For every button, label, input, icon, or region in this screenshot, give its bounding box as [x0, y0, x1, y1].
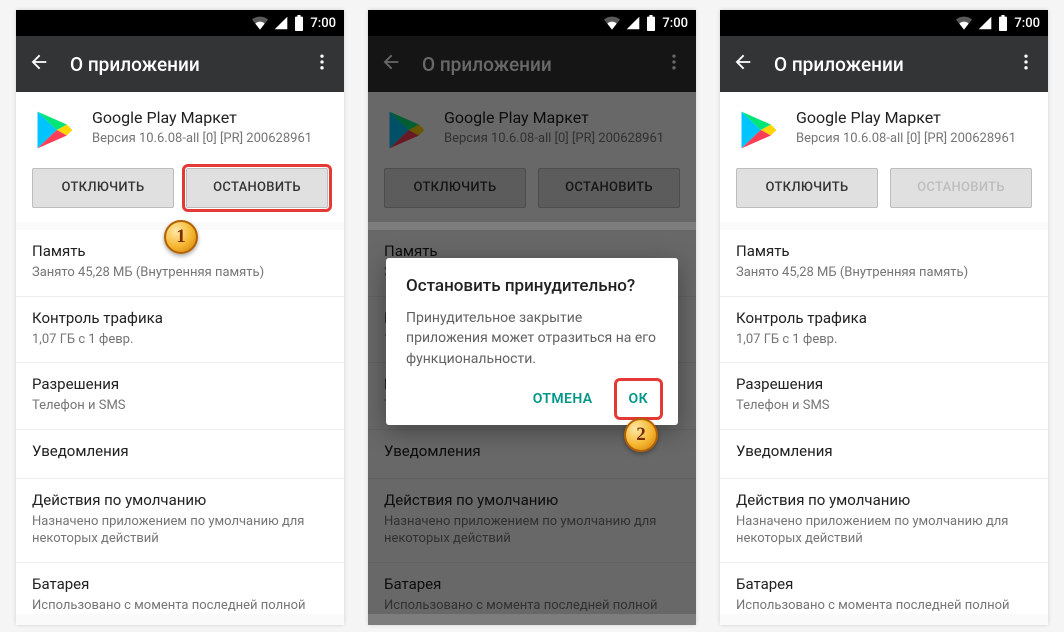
app-name: Google Play Маркет	[92, 108, 312, 127]
appbar-title: О приложении	[774, 53, 996, 76]
row-defaults[interactable]: Действия по умолчанию Назначено приложен…	[16, 478, 344, 562]
settings-list: Память Занято 45,28 МБ (Внутренняя памят…	[16, 222, 344, 625]
battery-icon	[998, 15, 1008, 31]
row-subtitle: Занято 45,28 МБ (Внутренняя память)	[32, 264, 328, 282]
battery-icon	[646, 15, 656, 31]
row-defaults[interactable]: Действия по умолчанию Назначено приложен…	[720, 478, 1048, 562]
signal-icon	[978, 16, 992, 30]
status-time: 7:00	[662, 16, 688, 31]
status-bar: 7:00	[16, 10, 344, 36]
wifi-icon	[252, 16, 268, 30]
dialog-ok-label: ОК	[629, 391, 648, 407]
row-title: Разрешения	[736, 375, 1032, 393]
row-notifications[interactable]: Уведомления	[16, 429, 344, 478]
disable-button[interactable]: ОТКЛЮЧИТЬ	[736, 168, 878, 208]
wifi-icon	[604, 16, 620, 30]
status-bar: 7:00	[720, 10, 1048, 36]
back-icon[interactable]	[28, 51, 50, 77]
screen-2: 7:00 О приложении Google Play Маркет Вер…	[368, 10, 696, 625]
force-stop-button[interactable]: ОСТАНОВИТЬ	[186, 168, 328, 208]
dialog-ok-button[interactable]: ОК	[619, 383, 658, 415]
row-title: Уведомления	[32, 442, 328, 460]
app-header-card: Google Play Маркет Версия 10.6.08-all [0…	[720, 92, 1048, 222]
force-stop-button-disabled: ОСТАНОВИТЬ	[890, 168, 1032, 208]
screen-1: 7:00 О приложении Google Play Маркет Вер…	[16, 10, 344, 625]
row-title: Батарея	[32, 575, 328, 593]
row-title: Разрешения	[32, 375, 328, 393]
dialog-body: Принудительное закрытие приложения может…	[406, 308, 658, 369]
force-stop-label: ОСТАНОВИТЬ	[213, 180, 301, 195]
battery-icon	[294, 15, 304, 31]
status-time: 7:00	[310, 16, 336, 31]
signal-icon	[274, 16, 288, 30]
row-battery[interactable]: Батарея Использовано с момента последней…	[720, 562, 1048, 615]
row-subtitle: Назначено приложением по умолчанию для н…	[32, 513, 328, 548]
status-time: 7:00	[1014, 16, 1040, 31]
app-version: Версия 10.6.08-all [0] [PR] 200628961	[796, 131, 1016, 146]
row-battery[interactable]: Батарея Использовано с момента последней…	[16, 562, 344, 615]
row-permissions[interactable]: Разрешения Телефон и SMS	[16, 362, 344, 429]
row-title: Действия по умолчанию	[32, 491, 328, 509]
play-store-icon	[32, 108, 76, 152]
row-notifications[interactable]: Уведомления	[720, 429, 1048, 478]
row-subtitle: Занято 45,28 МБ (Внутренняя память)	[736, 264, 1032, 282]
row-memory[interactable]: Память Занято 45,28 МБ (Внутренняя памят…	[720, 230, 1048, 296]
more-icon[interactable]	[312, 52, 332, 76]
screen-3: 7:00 О приложении Google Play Маркет Вер…	[720, 10, 1048, 625]
app-version: Версия 10.6.08-all [0] [PR] 200628961	[92, 131, 312, 146]
play-store-icon	[736, 108, 780, 152]
row-permissions[interactable]: Разрешения Телефон и SMS	[720, 362, 1048, 429]
row-subtitle: Телефон и SMS	[32, 397, 328, 415]
app-bar: О приложении	[16, 36, 344, 92]
signal-icon	[626, 16, 640, 30]
app-name: Google Play Маркет	[796, 108, 1016, 127]
row-title: Батарея	[736, 575, 1032, 593]
row-subtitle: 1,07 ГБ с 1 февр.	[32, 331, 328, 349]
row-title: Контроль трафика	[736, 309, 1032, 327]
step-marker-2: 2	[624, 418, 658, 452]
app-header-card: Google Play Маркет Версия 10.6.08-all [0…	[16, 92, 344, 222]
settings-list: Память Занято 45,28 МБ (Внутренняя памят…	[720, 222, 1048, 625]
back-icon[interactable]	[732, 51, 754, 77]
row-data-usage[interactable]: Контроль трафика 1,07 ГБ с 1 февр.	[16, 296, 344, 363]
force-stop-dialog: Остановить принудительно? Принудительное…	[386, 258, 678, 425]
row-subtitle: 1,07 ГБ с 1 февр.	[736, 331, 1032, 349]
disable-button[interactable]: ОТКЛЮЧИТЬ	[32, 168, 174, 208]
wifi-icon	[956, 16, 972, 30]
step-marker-1: 1	[164, 220, 198, 254]
row-subtitle: Назначено приложением по умолчанию для н…	[736, 513, 1032, 548]
row-title: Память	[736, 242, 1032, 260]
row-title: Контроль трафика	[32, 309, 328, 327]
more-icon[interactable]	[1016, 52, 1036, 76]
row-data-usage[interactable]: Контроль трафика 1,07 ГБ с 1 февр.	[720, 296, 1048, 363]
row-subtitle: Телефон и SMS	[736, 397, 1032, 415]
row-subtitle: Использовано с момента последней полной	[736, 597, 1032, 615]
row-title: Уведомления	[736, 442, 1032, 460]
row-subtitle: Использовано с момента последней полной	[32, 597, 328, 615]
row-title: Действия по умолчанию	[736, 491, 1032, 509]
status-bar: 7:00	[368, 10, 696, 36]
dialog-cancel-button[interactable]: ОТМЕНА	[529, 383, 597, 415]
app-bar: О приложении	[720, 36, 1048, 92]
appbar-title: О приложении	[70, 53, 292, 76]
dialog-title: Остановить принудительно?	[406, 276, 658, 296]
